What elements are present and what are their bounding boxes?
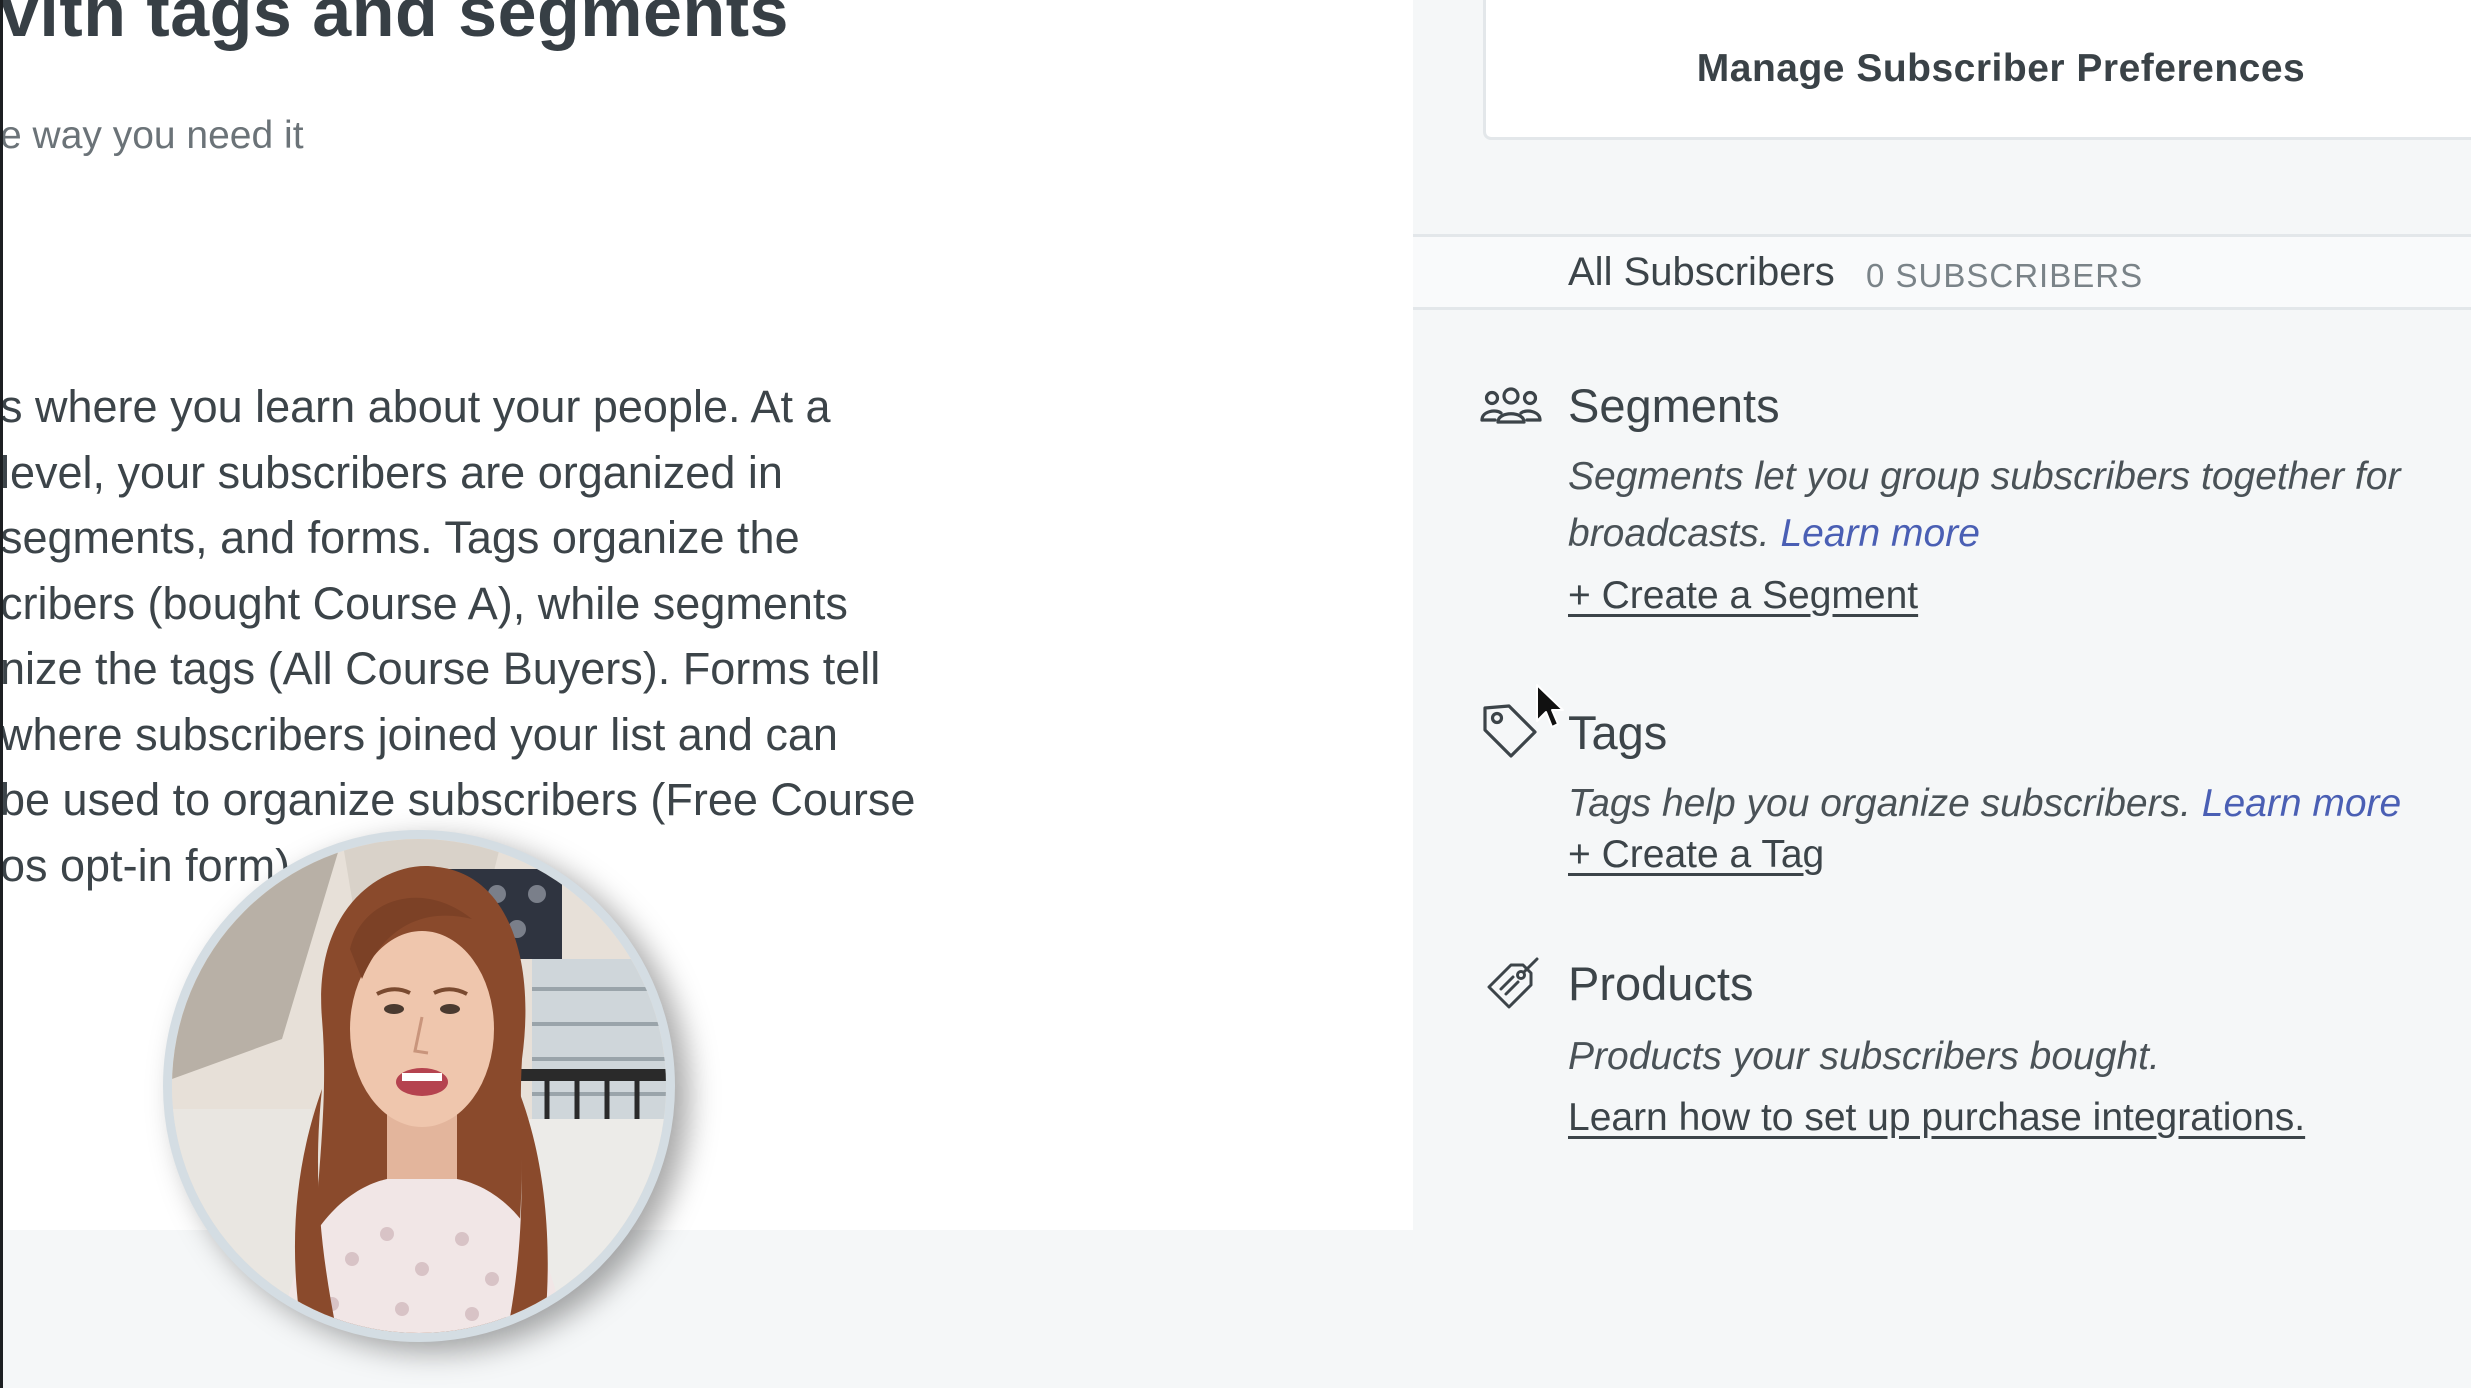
products-heading: Products [1568, 957, 1754, 1010]
segments-learn-more-link[interactable]: Learn more [1780, 512, 1979, 555]
create-tag-link[interactable]: + Create a Tag [1568, 833, 1824, 877]
tag-icon [1483, 704, 1537, 758]
segments-heading: Segments [1568, 379, 1780, 432]
intro-line: where subscribers joined your list and c… [0, 708, 838, 760]
page: vith tags and segments e way you need it… [0, 0, 2471, 1388]
segments-description: Segments let you group subscribers toget… [1568, 448, 2448, 562]
mouse-cursor-icon [1536, 684, 1564, 728]
intro-line: nize the tags (All Course Buyers). Forms… [0, 643, 881, 694]
tags-description: Tags help you organize subscribers. Lear… [1568, 775, 2448, 832]
tags-heading: Tags [1568, 706, 1668, 759]
segments-description-text: Segments let you group subscribers toget… [1568, 455, 2401, 555]
all-subscribers-label[interactable]: All Subscribers [1568, 250, 1835, 295]
intro-paragraph: s where you learn about your people. At … [0, 374, 1000, 898]
window-edge-divider [0, 0, 3, 1388]
subscriber-count-badge: 0 SUBSCRIBERS [1866, 257, 2144, 294]
intro-line: be used to organize subscribers (Free Co… [0, 774, 916, 825]
page-subtitle: e way you need it [0, 114, 304, 157]
tags-description-text: Tags help you organize subscribers. [1568, 782, 2191, 825]
manage-subscriber-preferences-button[interactable]: Manage Subscriber Preferences [1483, 0, 2471, 140]
presenter-video-frame [172, 839, 666, 1333]
products-description: Products your subscribers bought. [1568, 1035, 2160, 1078]
intro-line: cribers (bought Course A), while segment… [0, 577, 848, 629]
intro-line: segments, and forms. Tags organize the [0, 512, 800, 563]
page-title: vith tags and segments [0, 0, 789, 51]
price-tag-icon [1487, 957, 1539, 1009]
tags-learn-more-link[interactable]: Learn more [2202, 782, 2401, 825]
intro-line: s where you learn about your people. At … [0, 381, 831, 432]
people-group-icon [1480, 387, 1542, 424]
subscribers-sidebar: Manage Subscriber Preferences All Subscr… [1413, 0, 2471, 1230]
create-segment-link[interactable]: + Create a Segment [1568, 574, 1918, 618]
intro-line: level, your subscribers are organized in [0, 446, 783, 498]
purchase-integrations-link[interactable]: Learn how to set up purchase integration… [1568, 1096, 2305, 1140]
webcam-video-overlay [163, 830, 675, 1342]
all-subscribers-row[interactable]: All Subscribers 0 SUBSCRIBERS [1413, 234, 2471, 310]
